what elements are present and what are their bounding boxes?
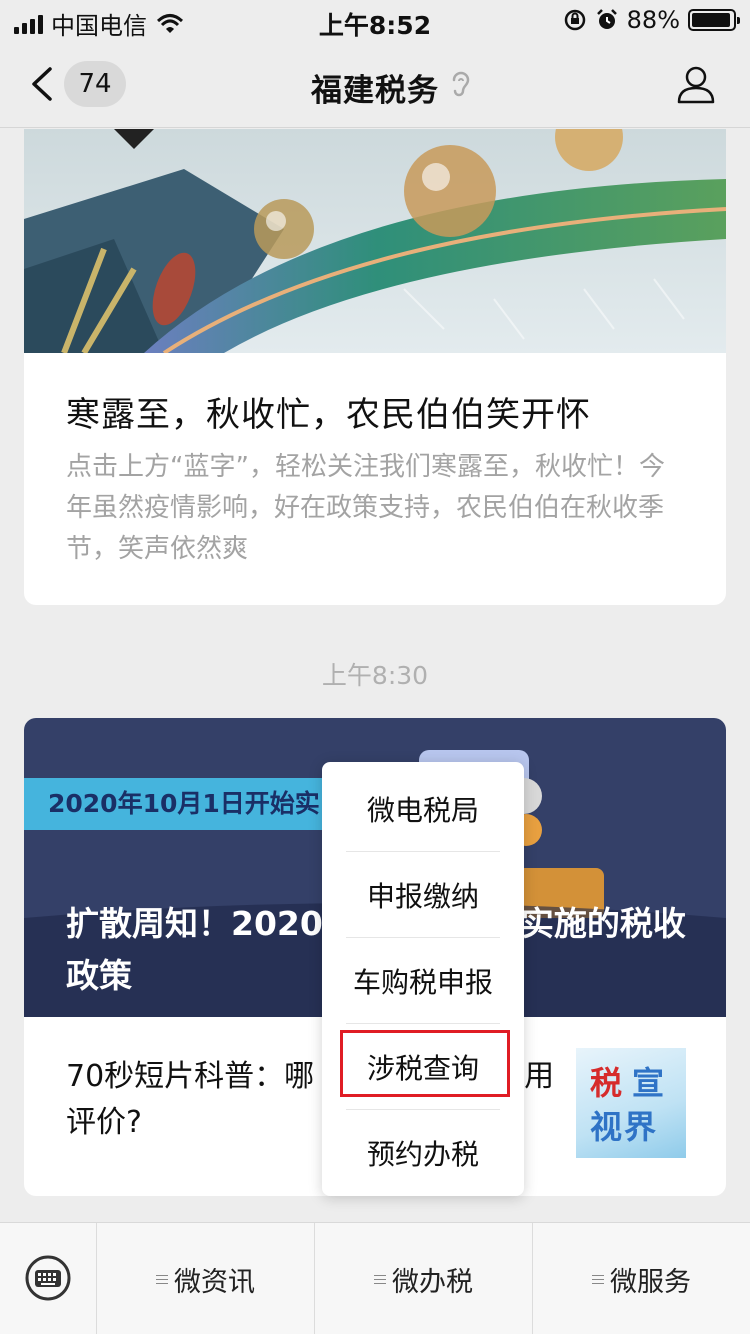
sub-article-thumbnail: 税 宣 视界 bbox=[576, 1048, 686, 1158]
article-card[interactable]: 寒露至，秋收忙，农民伯伯笑开怀 点击上方“蓝字”，轻松关注我们寒露至，秋收忙！今… bbox=[24, 129, 726, 605]
status-right: 88% bbox=[563, 6, 740, 34]
keyboard-icon bbox=[25, 1255, 71, 1301]
alarm-icon bbox=[596, 9, 617, 29]
rotation-lock-icon bbox=[564, 9, 585, 31]
ear-icon bbox=[452, 71, 470, 97]
profile-icon[interactable] bbox=[676, 64, 716, 104]
menu-lines-icon bbox=[592, 1274, 604, 1284]
nav-bar: 74 福建税务 bbox=[0, 40, 750, 128]
bottom-menu-bar: 微资讯 微办税 微服务 bbox=[0, 1222, 750, 1334]
menu-item-e-tax-bureau[interactable]: 微电税局 bbox=[346, 766, 500, 852]
highlight-box bbox=[340, 1030, 510, 1097]
thumb-text-1: 税 bbox=[590, 1064, 623, 1102]
tab-tax-service[interactable]: 微办税 bbox=[315, 1223, 533, 1334]
keyboard-toggle[interactable] bbox=[0, 1223, 97, 1334]
menu-lines-icon bbox=[374, 1274, 386, 1284]
tab-news[interactable]: 微资讯 bbox=[97, 1223, 315, 1334]
tab-news-label: 微资讯 bbox=[174, 1266, 255, 1298]
article-cover-image bbox=[24, 129, 726, 353]
status-bar: 中国电信 上午8:52 88% bbox=[0, 0, 750, 40]
tab-tax-service-label: 微办税 bbox=[392, 1266, 473, 1298]
menu-item-declare-pay[interactable]: 申报缴纳 bbox=[346, 852, 500, 938]
thumb-text-2: 宣 bbox=[632, 1064, 665, 1102]
menu-lines-icon bbox=[156, 1274, 168, 1284]
tab-services-label: 微服务 bbox=[610, 1266, 691, 1298]
menu-item-appointment[interactable]: 预约办税 bbox=[346, 1110, 500, 1196]
article-description: 点击上方“蓝字”，轻松关注我们寒露至，秋收忙！今年虽然疫情影响，好在政策支持，农… bbox=[66, 452, 665, 564]
menu-item-vehicle-tax[interactable]: 车购税申报 bbox=[346, 938, 500, 1024]
page-title: 福建税务 bbox=[311, 73, 439, 109]
battery-icon bbox=[688, 9, 740, 31]
message-timestamp: 上午8:30 bbox=[321, 661, 429, 690]
thumb-text-3: 视界 bbox=[590, 1108, 659, 1146]
hero-banner-text: 2020年10月1日开始实 bbox=[24, 778, 354, 830]
article-title: 寒露至，秋收忙，农民伯伯笑开怀 bbox=[66, 395, 591, 435]
battery-percent: 88% bbox=[626, 6, 680, 34]
tab-services[interactable]: 微服务 bbox=[533, 1223, 750, 1334]
submenu-popup: 微电税局 申报缴纳 车购税申报 涉税查询 预约办税 bbox=[322, 762, 524, 1196]
